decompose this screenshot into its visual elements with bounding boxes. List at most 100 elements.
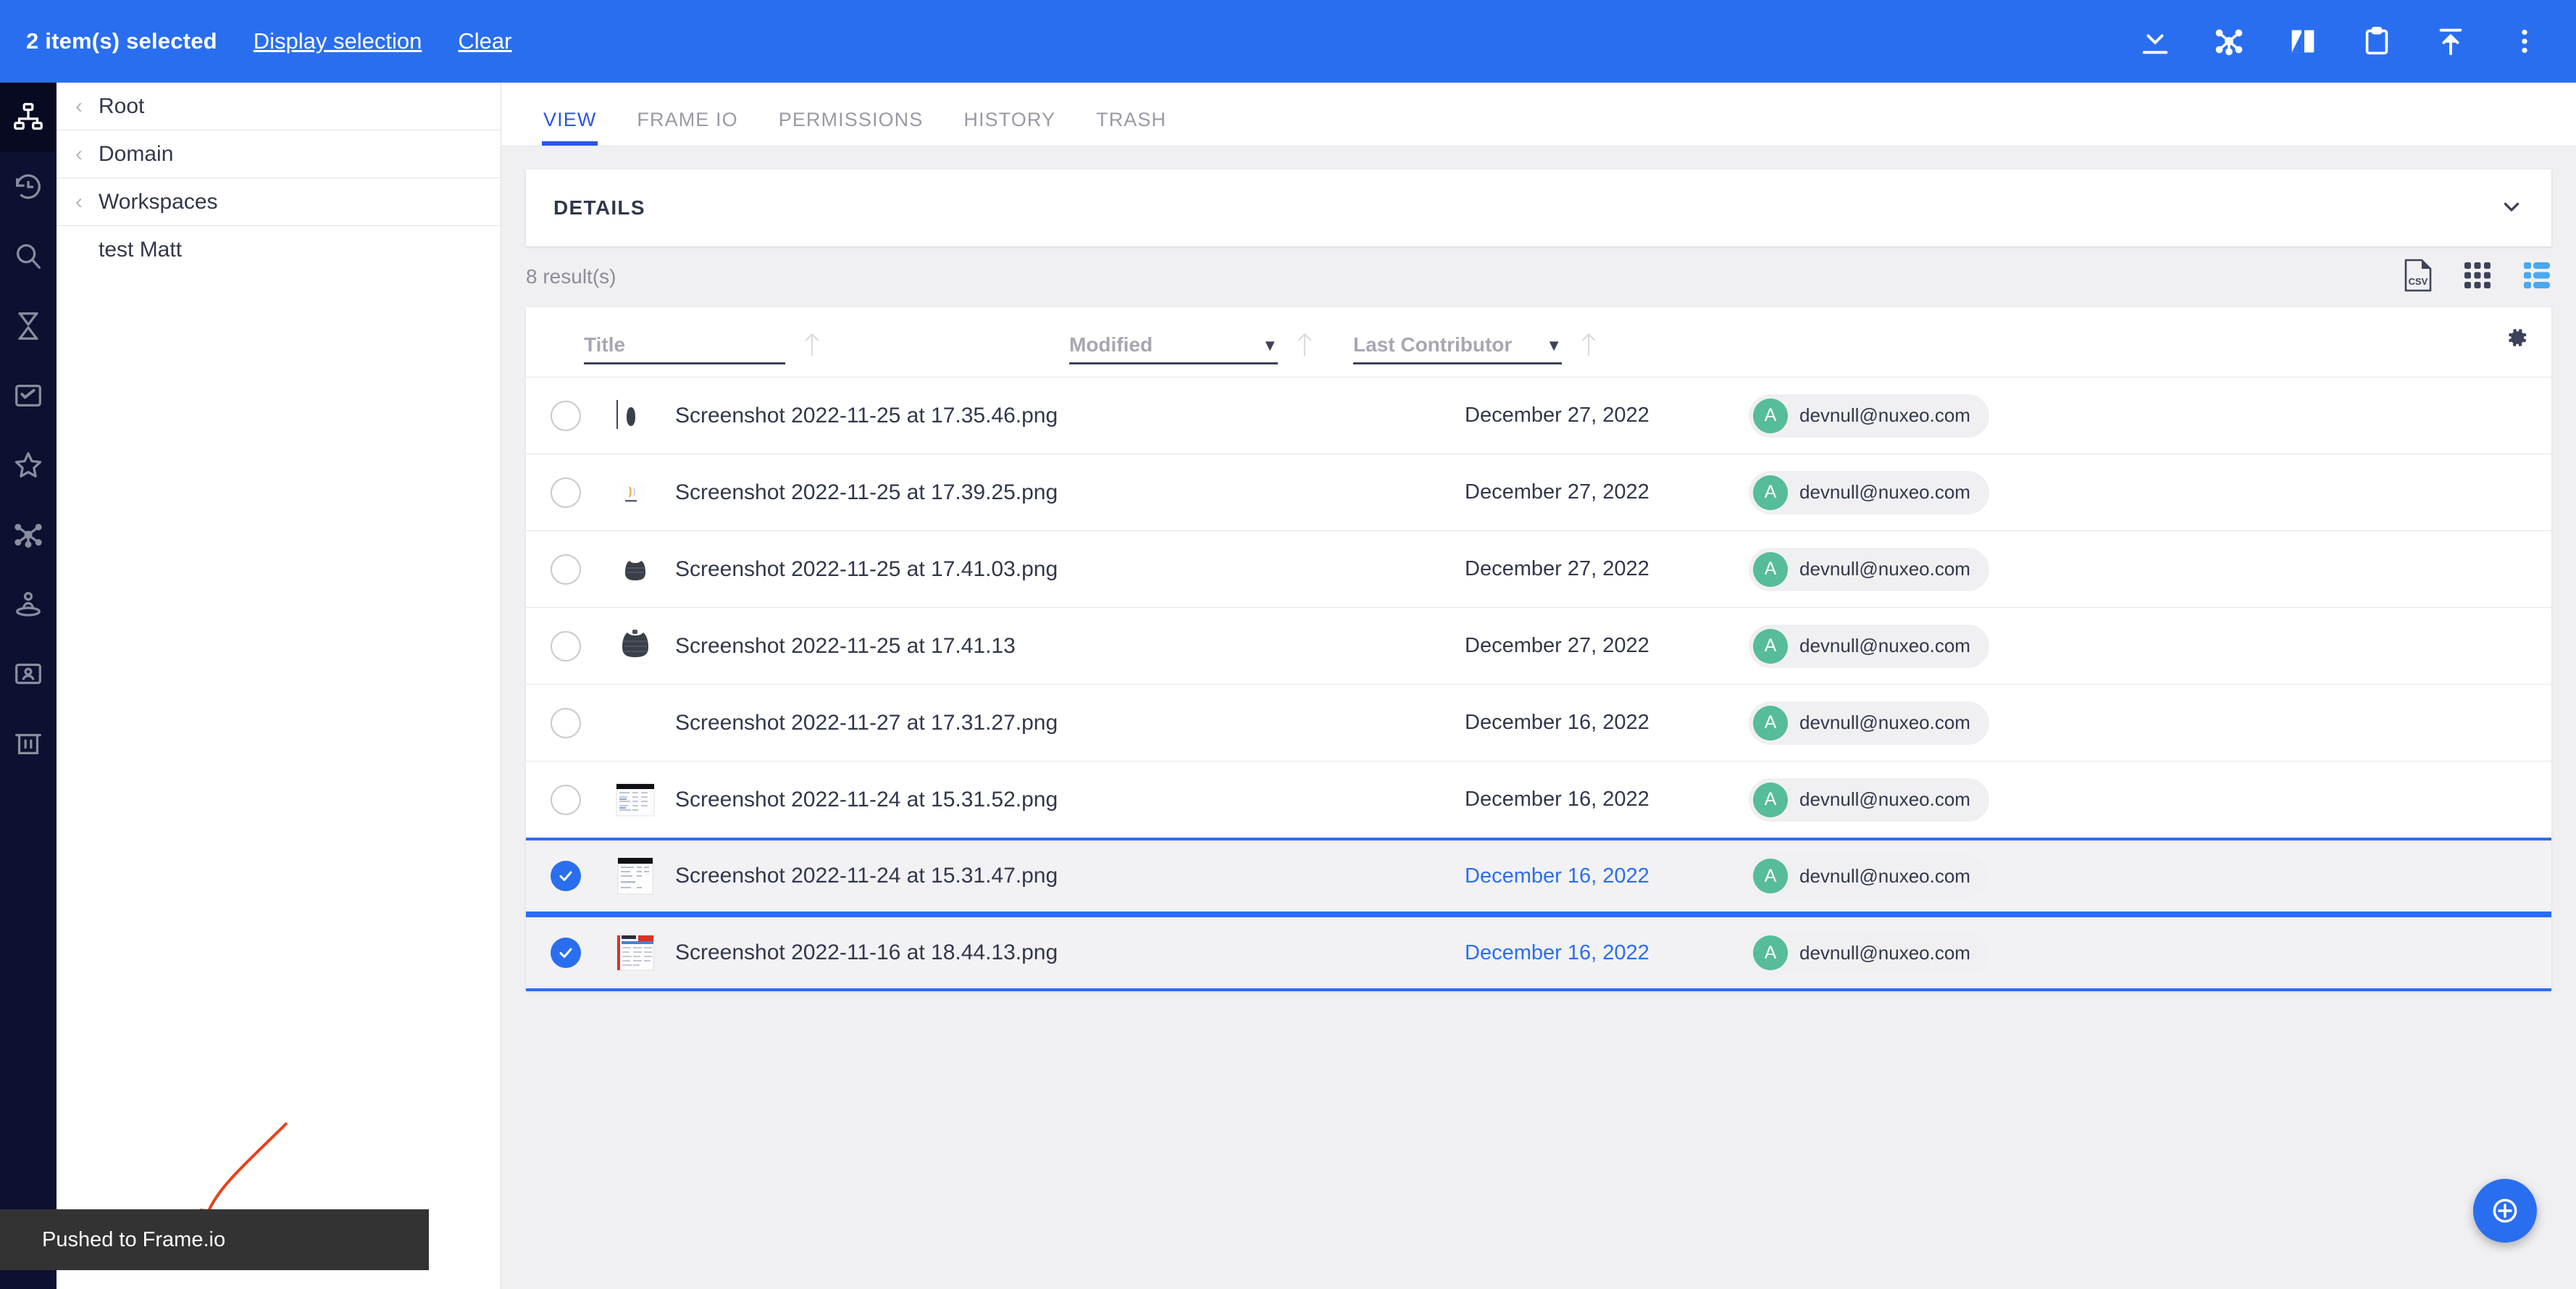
row-contributor: A devnull@nuxeo.com: [1749, 624, 1989, 668]
row-modified: December 16, 2022: [1465, 940, 1649, 964]
row-thumbnail: [606, 856, 665, 896]
modified-filter-box[interactable]: Modified ▼: [1069, 333, 1278, 364]
create-document-fab[interactable]: [2473, 1179, 2537, 1243]
sitemap-icon: [12, 101, 45, 134]
avatar: A: [1753, 935, 1788, 970]
row-title: Screenshot 2022-11-24 at 15.31.52.png: [675, 787, 1058, 812]
star-icon: [12, 449, 45, 482]
sort-contributor-ascending-icon[interactable]: [1578, 330, 1599, 364]
gear-icon[interactable]: [2504, 325, 2530, 360]
details-title: DETAILS: [553, 196, 645, 219]
hourglass-icon: [12, 309, 45, 343]
chevron-down-icon[interactable]: ▼: [1243, 336, 1278, 356]
left-icon-rail: [0, 83, 57, 1289]
title-filter-placeholder: Title: [584, 333, 626, 356]
table-row[interactable]: Screenshot 2022-11-27 at 17.31.27.png De…: [526, 684, 2551, 761]
avatar: A: [1753, 782, 1788, 817]
tree-node-root[interactable]: ‹ Root: [57, 83, 501, 130]
display-selection-link[interactable]: Display selection: [254, 28, 422, 54]
table-row[interactable]: Screenshot 2022-11-25 at 17.41.13 Decemb…: [526, 607, 2551, 684]
more-vertical-icon[interactable]: [2508, 25, 2541, 58]
sidebar-item-browse[interactable]: [0, 83, 57, 152]
tree-node-workspaces[interactable]: ‹ Workspaces: [57, 178, 501, 226]
sidebar-item-profile[interactable]: [0, 639, 57, 709]
sidebar-item-search[interactable]: [0, 222, 57, 291]
table-row[interactable]: Screenshot 2022-11-24 at 15.31.47.png De…: [526, 838, 2551, 914]
sidebar-item-personal-space[interactable]: [0, 570, 57, 639]
row-checkbox[interactable]: [551, 784, 581, 815]
details-panel-header: DETAILS: [526, 170, 2551, 246]
contributor-name: devnull@nuxeo.com: [1799, 404, 1970, 426]
result-count-label: 8 result(s): [526, 265, 616, 288]
sort-title-ascending-icon[interactable]: [801, 330, 823, 364]
chevron-down-icon[interactable]: ▼: [1527, 336, 1562, 356]
compare-icon[interactable]: [2286, 25, 2320, 58]
results-table: Title Modified ▼ Last Contributor ▼ Scre…: [526, 307, 2551, 991]
row-thumbnail: [606, 624, 665, 669]
chevron-left-icon: ‹: [75, 189, 83, 214]
row-checkbox[interactable]: [551, 400, 581, 431]
tasks-icon: [12, 379, 45, 412]
tab-permissions[interactable]: PERMISSIONS: [758, 109, 944, 146]
contributor-name: devnull@nuxeo.com: [1799, 481, 1970, 503]
tree-node-test-matt[interactable]: test Matt: [57, 226, 501, 274]
row-title: Screenshot 2022-11-25 at 17.41.03.png: [675, 556, 1058, 581]
download-icon[interactable]: [2138, 25, 2172, 58]
title-filter-box[interactable]: Title: [584, 333, 785, 364]
tree-node-label: Root: [99, 93, 145, 118]
publish-upload-icon[interactable]: [2434, 25, 2467, 58]
contributor-filter-box[interactable]: Last Contributor ▼: [1353, 333, 1562, 364]
share-graph-icon[interactable]: [2212, 25, 2246, 58]
tab-view[interactable]: VIEW: [523, 109, 616, 146]
grid-view-icon[interactable]: [2463, 261, 2492, 293]
sidebar-item-trash[interactable]: [0, 709, 57, 778]
row-thumbnail: [606, 396, 665, 436]
chevron-down-icon[interactable]: [2499, 194, 2524, 222]
contributor-name: devnull@nuxeo.com: [1799, 864, 1970, 887]
avatar: A: [1753, 628, 1788, 664]
row-checkbox[interactable]: [551, 630, 581, 662]
table-row[interactable]: Screenshot 2022-11-25 at 17.35.46.png De…: [526, 377, 2551, 454]
list-view-icon[interactable]: [2522, 261, 2551, 293]
sidebar-item-collections[interactable]: [0, 500, 57, 570]
sort-modified-ascending-icon[interactable]: [1294, 330, 1316, 364]
clipboard-icon[interactable]: [2360, 25, 2393, 58]
tree-node-label: Domain: [99, 141, 174, 166]
clear-selection-link[interactable]: Clear: [458, 28, 511, 54]
user-location-icon: [12, 588, 45, 621]
row-checkbox-checked[interactable]: [551, 938, 581, 968]
sidebar-item-expired[interactable]: [0, 291, 57, 361]
id-card-icon: [12, 657, 45, 691]
add-circle-icon: [2489, 1195, 2521, 1227]
breadcrumb-tree-panel: ‹ Root ‹ Domain ‹ Workspaces test Matt: [57, 83, 501, 1289]
row-thumbnail: [606, 472, 665, 513]
results-meta-row: 8 result(s) CSV: [526, 246, 2551, 307]
avatar: A: [1753, 398, 1788, 433]
csv-export-icon[interactable]: CSV: [2404, 259, 2433, 296]
sidebar-item-favorites[interactable]: [0, 430, 57, 500]
row-title: Screenshot 2022-11-25 at 17.41.13: [675, 633, 1016, 658]
sidebar-item-tasks[interactable]: [0, 361, 57, 430]
column-header-title: Title: [584, 320, 823, 364]
tab-history[interactable]: HISTORY: [943, 109, 1076, 146]
view-mode-switcher: CSV: [2404, 259, 2551, 296]
table-row[interactable]: Screenshot 2022-11-25 at 17.39.25.png De…: [526, 454, 2551, 530]
chevron-left-icon: ‹: [75, 141, 83, 166]
row-checkbox[interactable]: [551, 707, 581, 738]
row-title: Screenshot 2022-11-25 at 17.39.25.png: [675, 480, 1058, 504]
tree-node-domain[interactable]: ‹ Domain: [57, 130, 501, 178]
table-row[interactable]: Screenshot 2022-11-25 at 17.41.03.png De…: [526, 530, 2551, 607]
table-row[interactable]: Screenshot 2022-11-24 at 15.31.52.png De…: [526, 761, 2551, 838]
contributor-name: devnull@nuxeo.com: [1799, 712, 1970, 733]
row-modified: December 27, 2022: [1465, 480, 1649, 504]
tab-frame-io[interactable]: FRAME IO: [616, 109, 758, 146]
tab-trash[interactable]: TRASH: [1076, 109, 1187, 146]
row-contributor: A devnull@nuxeo.com: [1749, 931, 1989, 975]
tree-node-label: Workspaces: [99, 189, 218, 214]
row-checkbox-checked[interactable]: [551, 861, 581, 891]
row-checkbox[interactable]: [551, 554, 581, 585]
contributor-name: devnull@nuxeo.com: [1799, 788, 1970, 810]
sidebar-item-recently-viewed[interactable]: [0, 152, 57, 222]
table-row[interactable]: Screenshot 2022-11-16 at 18.44.13.png De…: [526, 914, 2551, 991]
row-checkbox[interactable]: [551, 477, 581, 508]
